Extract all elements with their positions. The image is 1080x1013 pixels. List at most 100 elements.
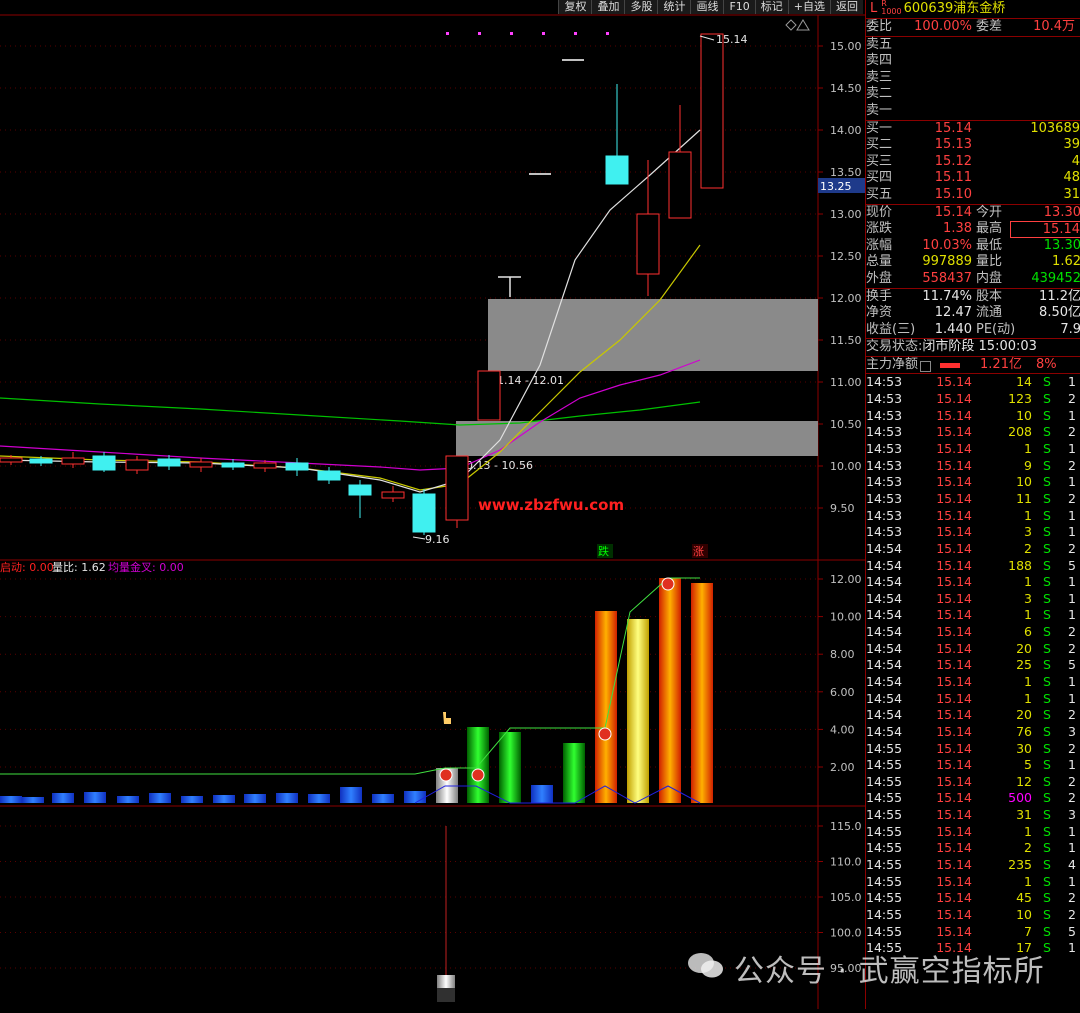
- volume-bar: [499, 732, 521, 803]
- tick-row: 14:54 15.14 1 S 1: [866, 607, 1076, 623]
- quote-header: L R 1000 600639 浦东金桥: [866, 0, 1080, 18]
- volume-bar: [627, 619, 649, 803]
- toolbar-button[interactable]: 统计: [657, 0, 691, 14]
- tick-row: 14:54 15.14 1 S 1: [866, 690, 1076, 706]
- tick-row: 14:55 15.14 45 S 2: [866, 890, 1076, 906]
- tick-row: 14:54 15.14 3 S 1: [866, 590, 1076, 606]
- toolbar-button[interactable]: 复权: [558, 0, 592, 14]
- toolbar-button[interactable]: +自选: [787, 0, 830, 14]
- header-l-badge[interactable]: L: [870, 0, 877, 18]
- vol-label-liangbi: 量比: 1.62: [52, 561, 106, 574]
- volume-bar: [308, 794, 330, 803]
- candle-body: [700, 33, 724, 189]
- price-axis-label: 10.00: [830, 460, 862, 473]
- resistance-zone: [488, 299, 818, 371]
- sell-row: 卖四: [866, 53, 893, 69]
- tick-row: 14:54 15.14 76 S 3: [866, 723, 1076, 739]
- tick-row: 14:53 15.14 9 S 2: [866, 457, 1076, 473]
- price-axis-label: 15.00: [830, 40, 862, 53]
- volume-bar: [563, 743, 585, 803]
- volume-bar: [0, 796, 22, 803]
- price-axis-label: 11.50: [830, 334, 862, 347]
- stat-row: 总量 997889 量比 1.62: [866, 254, 1080, 270]
- candle-body: [61, 457, 85, 465]
- volume-bar: [691, 583, 713, 803]
- signal-dot: [478, 32, 481, 35]
- buy-row: 买一 15.14 103689: [866, 120, 1080, 136]
- stat-row: 涨幅 10.03% 最低 13.30: [866, 237, 1080, 253]
- signal-ball-icon: [661, 577, 675, 591]
- diamond-icon[interactable]: [785, 19, 797, 31]
- tick-row: 14:53 15.14 123 S 2: [866, 391, 1076, 407]
- volume-bar: [340, 787, 362, 803]
- candle-body: [157, 458, 181, 467]
- price-axis-label: 12.50: [830, 250, 862, 263]
- tick-row: 14:55 15.14 1 S 1: [866, 823, 1076, 839]
- price-axis-label: 14.00: [830, 124, 862, 137]
- toolbar-button[interactable]: F10: [723, 0, 755, 14]
- tick-row: 14:54 15.14 25 S 5: [866, 657, 1076, 673]
- toolbar-button[interactable]: 画线: [690, 0, 724, 14]
- toolbar-button[interactable]: 多股: [624, 0, 658, 14]
- article-watermark: 公众号 · 武赢空指标所: [734, 954, 1045, 989]
- buy-row: 买四 15.11 48: [866, 170, 1080, 186]
- weibi-row: 委比 100.00% 委差 10.4万: [866, 18, 1080, 36]
- signal-dot: [446, 32, 449, 35]
- main-net-icon[interactable]: [920, 360, 932, 372]
- main-net-bar: [940, 362, 961, 368]
- buy-row: 买三 15.12 4: [866, 153, 1080, 169]
- candle-body: [0, 457, 23, 463]
- signal-dot: [542, 32, 545, 35]
- candle-body: [348, 484, 372, 496]
- vol-label-junliang: 均量金叉: 0.00: [108, 560, 184, 574]
- candle-body: [253, 462, 277, 469]
- kline-chart-area[interactable]: 15.00 14.50 14.00 13.50 13.00 12.50 12.00 11.50…: [0, 0, 865, 1009]
- candle-body: [189, 461, 213, 468]
- volume-bar: [531, 785, 553, 803]
- vol-label-qidong: 启动: 0.00: [0, 561, 54, 574]
- volume-bar: [659, 578, 681, 803]
- tick-row: 14:55 15.14 31 S 3: [866, 807, 1076, 823]
- signal-ball-icon: [439, 768, 453, 782]
- stat2-row: 净资 12.47 流通 8.50亿: [866, 305, 1080, 321]
- candle-body: [445, 455, 469, 521]
- tick-row: 14:55 15.14 12 S 2: [866, 773, 1076, 789]
- toolbar-button[interactable]: 叠加: [591, 0, 625, 14]
- stats-block-2: 换手 11.74% 股本 11.2亿 净资 12.47 流通 8.50亿 收益(三) 1.440 P…: [866, 287, 1080, 339]
- stat2-row: 收益(三) 1.440 PE(动) 7.9: [866, 321, 1080, 337]
- sell-row: 卖一: [866, 102, 893, 118]
- candle-body: [636, 213, 660, 275]
- stock-code: 600639: [903, 1, 954, 16]
- sell-orders: 卖五 卖四 卖三 卖二 卖一: [866, 35, 1080, 120]
- buy-orders: 买一 15.14 103689 买二 15.13 39 买三 15.12 4 买四 15.11 48 买…: [866, 119, 1080, 204]
- tick-row: 14:53 15.14 1 S 1: [866, 441, 1076, 457]
- toolbar-button[interactable]: 标记: [754, 0, 788, 14]
- tick-row: 14:53 15.14 10 S 1: [866, 407, 1076, 423]
- candle-body: [668, 151, 692, 219]
- stat-row: 现价 15.14 今开 13.30: [866, 204, 1080, 220]
- sell-row: 卖二: [866, 86, 893, 102]
- ind-axis-label: 110.0: [830, 856, 862, 869]
- stats-block: 现价 15.14 今开 13.30 涨跌 1.38 最高 15.14 涨幅 10.03% 最低 13.…: [866, 203, 1080, 288]
- tick-row: 14:55 15.14 10 S 2: [866, 906, 1076, 922]
- sell-row: 卖三: [866, 69, 893, 85]
- tick-row: 14:53 15.14 11 S 2: [866, 490, 1076, 506]
- ma-green-line: [0, 397, 701, 426]
- tick-row: 14:55 15.14 500 S 2: [866, 790, 1076, 806]
- volume-bar: [213, 795, 235, 803]
- price-axis-label: 13.00: [830, 208, 862, 221]
- tick-row: 14:55 15.14 5 S 1: [866, 757, 1076, 773]
- signal-zhang-label: 涨: [693, 545, 704, 558]
- triangle-icon[interactable]: [796, 19, 810, 31]
- stat-row: 外盘 558437 内盘 439452: [866, 270, 1080, 286]
- tick-row: 14:55 15.14 2 S 1: [866, 840, 1076, 856]
- toolbar-button[interactable]: 返回: [830, 0, 863, 14]
- stat-row: 涨跌 1.38 最高 15.14: [866, 221, 1080, 238]
- tick-list[interactable]: 14:53 15.14 14 S 1 14:53 15.14 123 S 2 14:53 15.14 1…: [866, 373, 1080, 956]
- price-axis-label: 9.50: [830, 502, 855, 515]
- tick-row: 14:53 15.14 14 S 1: [866, 374, 1076, 390]
- kline-chart[interactable]: 15.00 14.50 14.00 13.50 13.00 12.50 12.00 11.50…: [0, 0, 865, 1009]
- chart-toolbar: 复权 叠加 多股 统计 画线 F10 标记 +自选 返回: [558, 0, 863, 14]
- current-price-label: 13.25: [820, 180, 852, 193]
- signal-dot: [510, 32, 513, 35]
